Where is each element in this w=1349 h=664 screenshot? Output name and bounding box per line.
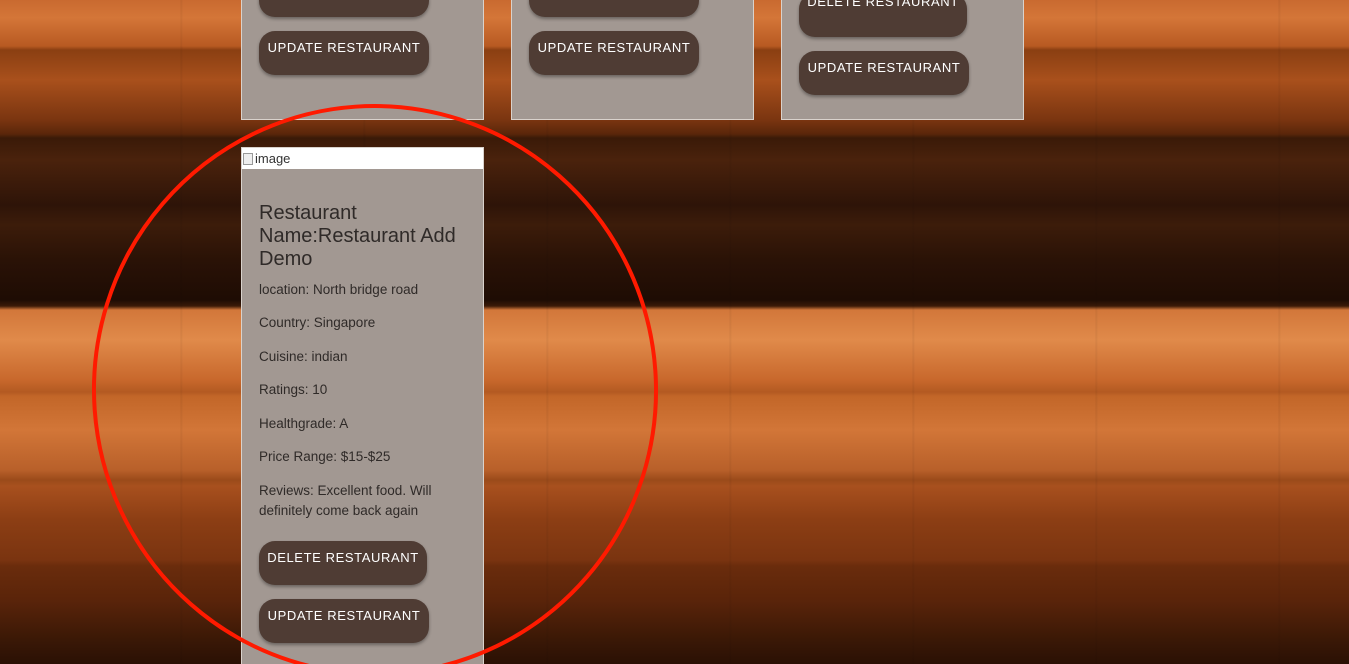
restaurant-location: location: North bridge road: [259, 282, 419, 297]
restaurant-card: UPDATE RESTAURANT: [241, 0, 484, 120]
delete-restaurant-button[interactable]: [259, 0, 429, 17]
delete-restaurant-button[interactable]: [529, 0, 699, 17]
update-restaurant-button[interactable]: UPDATE RESTAURANT: [799, 51, 969, 95]
restaurant-image: image: [242, 148, 483, 169]
restaurant-price-range: Price Range: $15-$25: [259, 449, 391, 464]
delete-restaurant-label: DELETE RESTAURANT: [267, 550, 419, 565]
delete-restaurant-label: DELETE RESTAURANT: [807, 0, 959, 9]
restaurant-reviews: Reviews: Excellent food. Will definitely…: [259, 483, 432, 518]
update-restaurant-button[interactable]: UPDATE RESTAURANT: [529, 31, 699, 75]
update-restaurant-label: UPDATE RESTAURANT: [537, 40, 691, 55]
restaurant-cuisine: Cuisine: indian: [259, 349, 348, 364]
delete-restaurant-button[interactable]: DELETE RESTAURANT: [259, 541, 427, 585]
restaurant-card: DELETE RESTAURANT UPDATE RESTAURANT: [781, 0, 1024, 120]
restaurant-ratings: Ratings: 10: [259, 382, 328, 397]
update-restaurant-label: UPDATE RESTAURANT: [267, 608, 421, 623]
update-restaurant-button[interactable]: UPDATE RESTAURANT: [259, 31, 429, 75]
image-alt-text: image: [255, 151, 291, 166]
broken-image-icon: [243, 153, 253, 165]
restaurant-country: Country: Singapore: [259, 315, 376, 330]
update-restaurant-label: UPDATE RESTAURANT: [267, 40, 421, 55]
restaurant-healthgrade: Healthgrade: A: [259, 416, 349, 431]
delete-restaurant-button[interactable]: DELETE RESTAURANT: [799, 0, 967, 37]
update-restaurant-label: UPDATE RESTAURANT: [807, 60, 961, 75]
restaurant-name: Restaurant Name:Restaurant Add Demo: [259, 202, 456, 270]
update-restaurant-button[interactable]: UPDATE RESTAURANT: [259, 599, 429, 643]
featured-restaurant-card: image Restaurant Name:Restaurant Add Dem…: [241, 147, 484, 664]
restaurant-card: UPDATE RESTAURANT: [511, 0, 754, 120]
